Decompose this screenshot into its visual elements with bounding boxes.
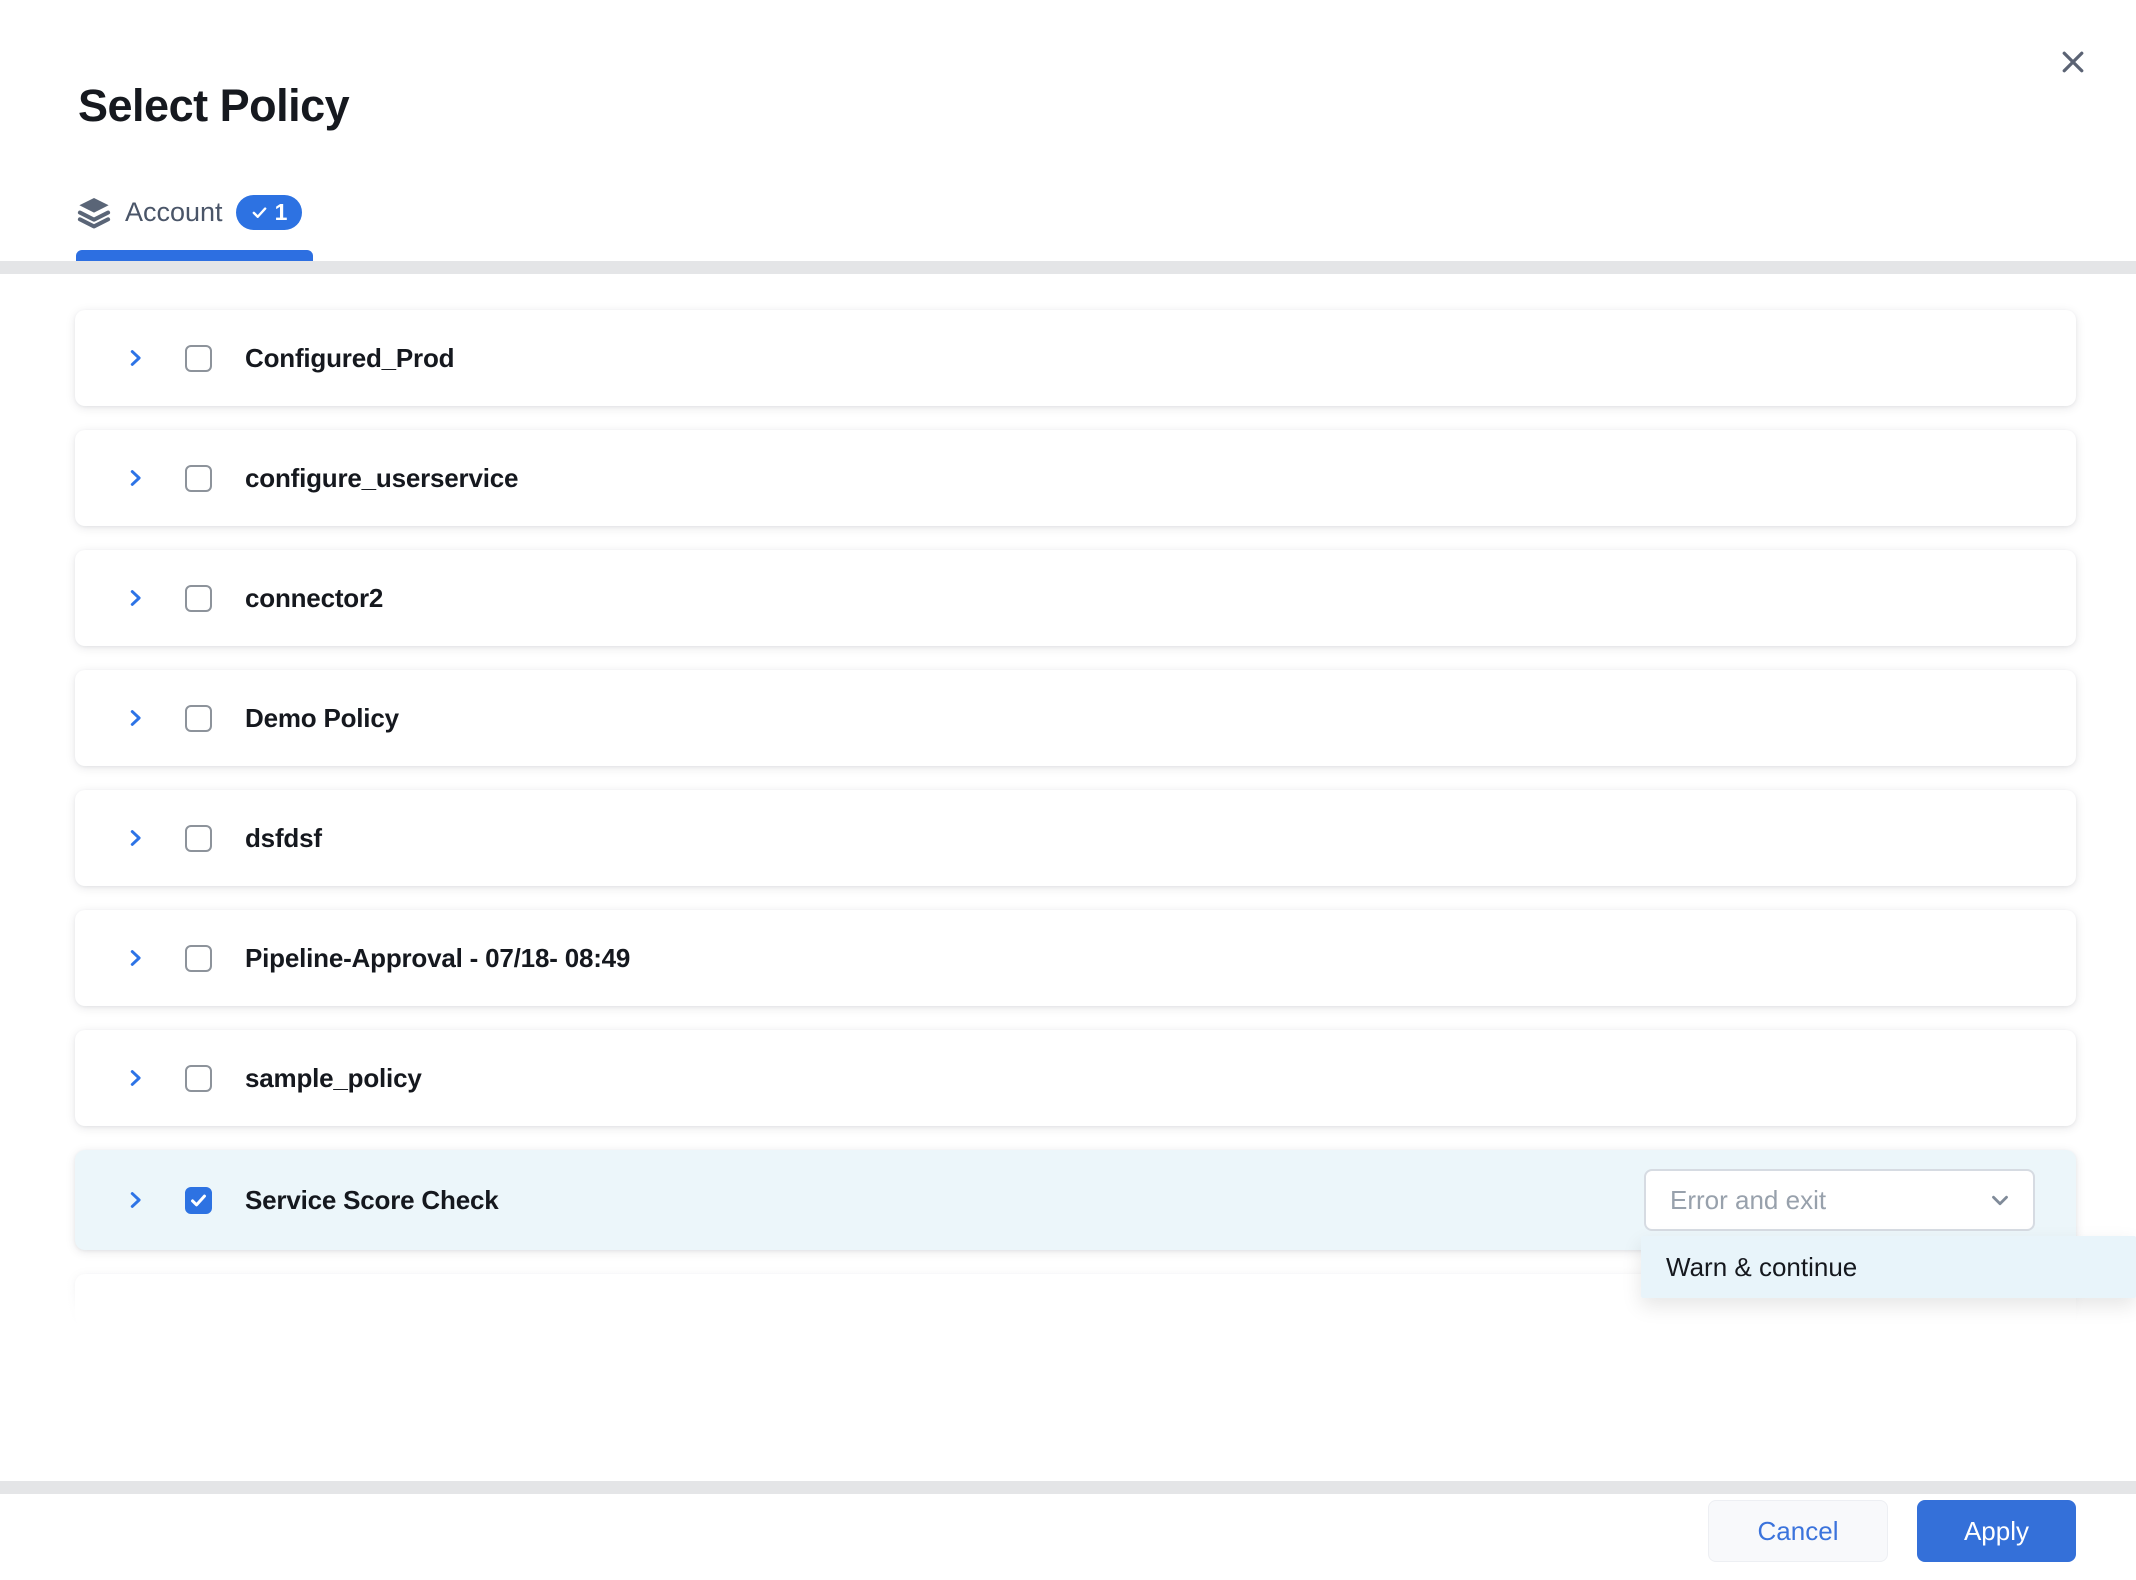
- close-button[interactable]: [2049, 38, 2097, 86]
- expand-chevron-icon[interactable]: [122, 582, 148, 614]
- policy-checkbox[interactable]: [185, 705, 212, 732]
- expand-chevron-icon[interactable]: [122, 342, 148, 374]
- check-icon: [251, 204, 268, 221]
- failure-action-select[interactable]: Error and exit: [1644, 1169, 2035, 1231]
- page-title: Select Policy: [78, 80, 349, 132]
- policy-label: connector2: [245, 583, 383, 614]
- policy-checkbox[interactable]: [185, 825, 212, 852]
- chevron-down-icon: [1987, 1187, 2013, 1213]
- failure-action-value: Error and exit: [1670, 1185, 1826, 1216]
- header-divider: [0, 261, 2136, 274]
- footer-divider: [0, 1481, 2136, 1494]
- policy-checkbox[interactable]: [185, 1065, 212, 1092]
- policy-row[interactable]: Demo Policy: [75, 670, 2076, 766]
- policy-label: Service Score Check: [245, 1185, 498, 1216]
- expand-chevron-icon[interactable]: [122, 702, 148, 734]
- policy-row-selected[interactable]: Service Score Check Error and exit: [75, 1150, 2076, 1250]
- policy-checkbox[interactable]: [185, 585, 212, 612]
- policy-label: Pipeline-Approval - 07/18- 08:49: [245, 943, 630, 974]
- policy-checkbox[interactable]: [185, 465, 212, 492]
- expand-chevron-icon[interactable]: [122, 822, 148, 854]
- policy-checkbox[interactable]: [185, 345, 212, 372]
- active-tab-indicator: [76, 250, 313, 261]
- expand-chevron-icon[interactable]: [122, 942, 148, 974]
- policy-checkbox-checked[interactable]: [185, 1187, 212, 1214]
- policy-label: configure_userservice: [245, 463, 518, 494]
- expand-chevron-icon[interactable]: [122, 1062, 148, 1094]
- apply-button[interactable]: Apply: [1917, 1500, 2076, 1562]
- layers-icon: [76, 194, 112, 230]
- tab-account[interactable]: Account 1: [76, 190, 302, 234]
- cancel-button[interactable]: Cancel: [1708, 1500, 1888, 1562]
- selected-count-badge: 1: [236, 195, 303, 230]
- policy-row[interactable]: Pipeline-Approval - 07/18- 08:49: [75, 910, 2076, 1006]
- expand-chevron-icon[interactable]: [122, 1184, 148, 1216]
- policy-label: Demo Policy: [245, 703, 399, 734]
- policy-checkbox[interactable]: [185, 945, 212, 972]
- policy-label: dsfdsf: [245, 823, 322, 854]
- expand-chevron-icon[interactable]: [122, 462, 148, 494]
- failure-action-dropdown-menu: Warn & continue: [1641, 1236, 2136, 1298]
- policy-label: sample_policy: [245, 1063, 422, 1094]
- close-icon: [2058, 47, 2088, 77]
- tab-account-label: Account: [125, 197, 223, 228]
- selected-count: 1: [275, 199, 288, 226]
- policy-row[interactable]: connector2: [75, 550, 2076, 646]
- policy-row[interactable]: sample_policy: [75, 1030, 2076, 1126]
- policy-label: Configured_Prod: [245, 343, 454, 374]
- policy-row[interactable]: Configured_Prod: [75, 310, 2076, 406]
- policy-row[interactable]: configure_userservice: [75, 430, 2076, 526]
- policy-row[interactable]: dsfdsf: [75, 790, 2076, 886]
- dropdown-option-warn-continue[interactable]: Warn & continue: [1641, 1236, 2136, 1298]
